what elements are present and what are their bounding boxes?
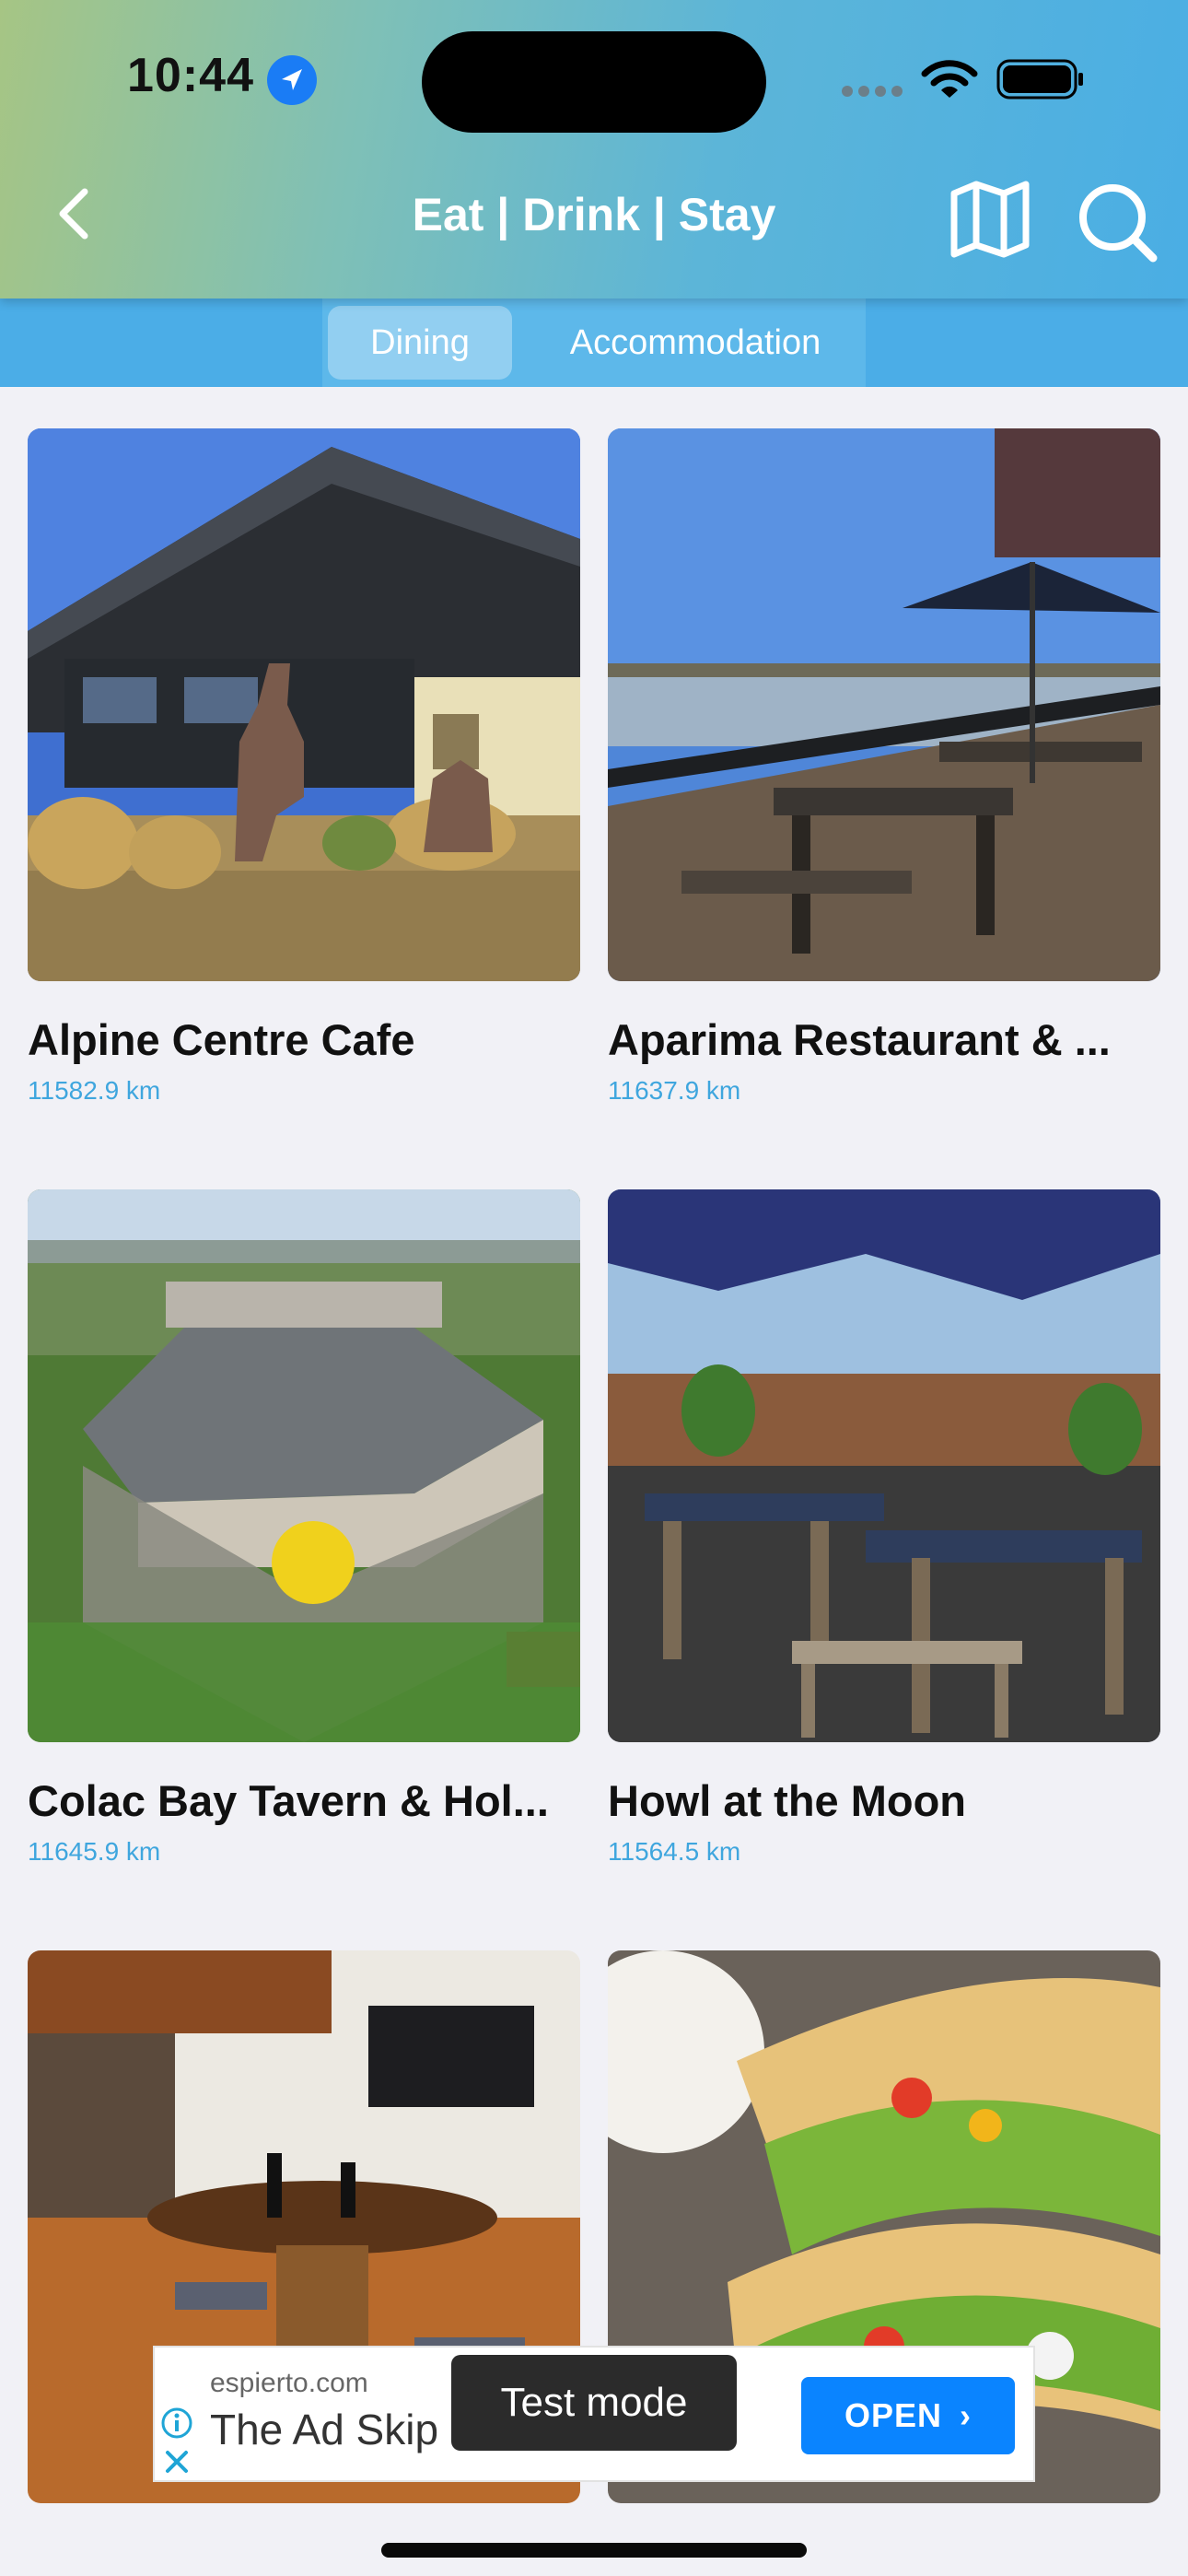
listing-photo [608, 1189, 1160, 1742]
listing-photo [28, 1189, 580, 1742]
location-arrow-icon [267, 55, 317, 105]
listing-card[interactable]: Howl at the Moon 11564.5 km [608, 1189, 1160, 1867]
segmented-control: Dining Accommodation [322, 299, 866, 387]
listing-card[interactable]: Alpine Centre Cafe 11582.9 km [28, 428, 580, 1106]
category-tab-bar: Dining Accommodation [0, 299, 1188, 387]
tab-dining[interactable]: Dining [328, 306, 512, 380]
listing-distance: 11564.5 km [608, 1837, 741, 1866]
battery-icon [996, 59, 1083, 100]
listing-photo [608, 428, 1160, 981]
home-indicator[interactable] [381, 2543, 807, 2558]
ad-open-label: OPEN [844, 2396, 942, 2434]
listing-name: Aparima Restaurant & ... [608, 1015, 1111, 1064]
listing-name: Alpine Centre Cafe [28, 1015, 415, 1064]
ad-title: The Ad Skip [210, 2406, 439, 2453]
screen: 10:44 Eat | Drink | Stay Dining Accommod… [0, 0, 1188, 2576]
wifi-icon [921, 60, 978, 98]
ad-domain: espierto.com [210, 2368, 368, 2398]
listing-distance: 11582.9 km [28, 1076, 161, 1105]
back-chevron-icon[interactable] [52, 184, 96, 243]
cellular-signal-icon [842, 86, 903, 97]
dynamic-island [422, 31, 766, 133]
listing-card[interactable]: Colac Bay Tavern & Hol... 11645.9 km [28, 1189, 580, 1867]
chevron-right-icon: › [960, 2396, 973, 2434]
page-title: Eat | Drink | Stay [412, 189, 776, 240]
listing-name: Howl at the Moon [608, 1776, 967, 1825]
listing-card[interactable]: Aparima Restaurant & ... 11637.9 km [608, 428, 1160, 1106]
tab-accommodation[interactable]: Accommodation [534, 306, 856, 380]
listing-name: Colac Bay Tavern & Hol... [28, 1776, 549, 1825]
ad-open-button[interactable]: OPEN › [801, 2377, 1015, 2454]
listing-photo [28, 428, 580, 981]
navigation-header: 10:44 Eat | Drink | Stay [0, 0, 1188, 299]
status-time: 10:44 [127, 49, 254, 102]
map-icon[interactable] [949, 181, 1031, 258]
listing-distance: 11645.9 km [28, 1837, 161, 1866]
test-mode-label: Test mode [451, 2355, 737, 2451]
close-icon[interactable] [162, 2447, 192, 2476]
listing-distance: 11637.9 km [608, 1076, 741, 1105]
info-icon[interactable] [160, 2406, 193, 2440]
search-icon[interactable] [1076, 181, 1159, 263]
